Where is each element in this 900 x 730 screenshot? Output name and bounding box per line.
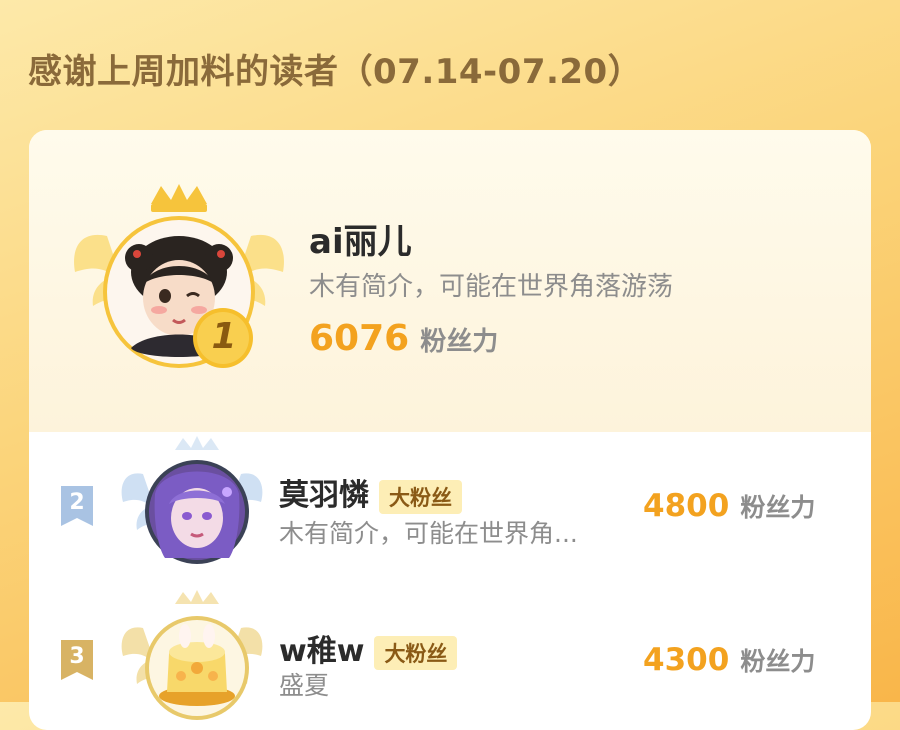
reader-3-name[interactable]: w稚w 大粉丝: [279, 626, 458, 670]
leaderboard-card: 1 ai丽儿 木有简介，可能在世界角落游荡 6076 粉丝力 2 莫羽憐 大粉丝…: [29, 130, 871, 730]
top-reader-score-value: 6076: [309, 318, 410, 359]
rank-2-badge: 2: [61, 486, 93, 526]
page-title: 感谢上周加料的读者（07.14-07.20）: [28, 52, 643, 92]
reader-2-score-unit: 粉丝力: [740, 493, 816, 522]
reader-3-avatar-frame[interactable]: [117, 588, 267, 728]
rank-1-label: 1: [211, 316, 237, 357]
reader-3-bio: 盛夏: [279, 671, 330, 700]
crown-icon: [175, 590, 219, 604]
reader-3-tag: 大粉丝: [374, 635, 458, 670]
reader-2-score: 4800 粉丝力: [643, 488, 815, 524]
reader-2-avatar-frame[interactable]: [117, 434, 267, 574]
top-reader-bio: 木有简介，可能在世界角落游荡: [309, 272, 674, 302]
reader-2-name[interactable]: 莫羽憐 大粉丝: [279, 470, 462, 514]
rank-2-label: 2: [69, 490, 85, 515]
reader-2-name-text: 莫羽憐: [279, 478, 369, 513]
top-reader-avatar-frame[interactable]: [69, 180, 289, 380]
top-reader-score-unit: 粉丝力: [420, 327, 499, 357]
crown-icon: [175, 436, 219, 450]
reader-2-score-value: 4800: [643, 488, 730, 524]
top-reader-name[interactable]: ai丽儿: [309, 214, 412, 263]
rank-3-badge: 3: [61, 640, 93, 680]
rank-3-label: 3: [69, 644, 85, 669]
reader-3-score: 4300 粉丝力: [643, 642, 815, 678]
reader-3-name-text: w稚w: [279, 634, 365, 669]
avatar-portrait-icon: [154, 471, 240, 558]
reader-3-score-unit: 粉丝力: [740, 647, 816, 676]
top-reader-score: 6076 粉丝力: [309, 318, 498, 359]
crown-icon: [151, 184, 207, 212]
reader-2-tag: 大粉丝: [379, 479, 462, 514]
reader-2-bio: 木有简介，可能在世界角...: [279, 519, 578, 548]
reader-3-score-value: 4300: [643, 642, 730, 678]
